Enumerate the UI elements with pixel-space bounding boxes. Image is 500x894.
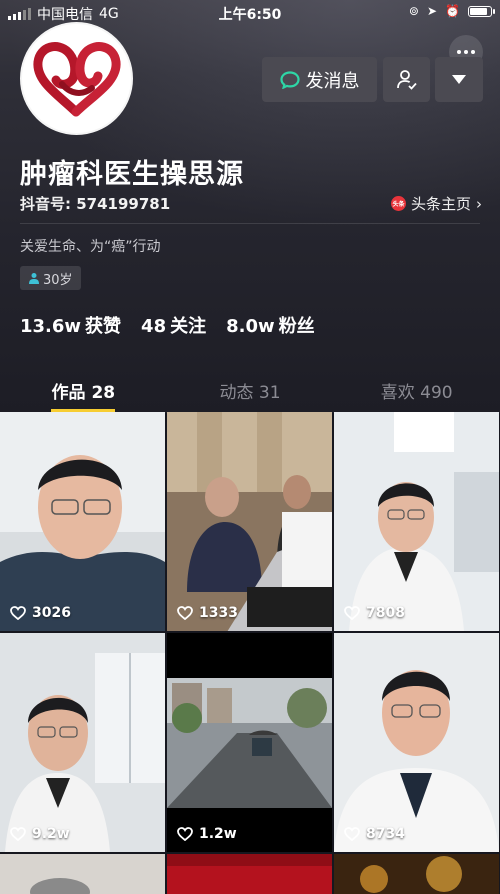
heart-icon [344, 827, 360, 841]
stat-label: 粉丝 [278, 316, 315, 337]
video-thumbnail[interactable]: 1333 [167, 412, 332, 631]
tab-activity[interactable]: 动态 31 [167, 360, 334, 412]
more-dot-icon [464, 50, 468, 54]
street-scene-thumbnail [167, 633, 332, 852]
video-grid: 3026 1333 7808 9.2w 1.2w 8734 [0, 412, 500, 894]
stat-likes[interactable]: 13.6w 获赞 [20, 312, 121, 338]
person-icon [29, 273, 39, 284]
stat-label: 获赞 [85, 316, 122, 337]
like-count-value: 9.2w [32, 826, 70, 842]
video-thumbnail[interactable]: 9.2w [0, 633, 165, 852]
stat-label: 关注 [170, 316, 207, 337]
profile-bio: 关爱生命、为“癌”行动 [20, 239, 161, 255]
recommend-dropdown-button[interactable] [435, 57, 483, 102]
stat-value: 48 [141, 316, 167, 337]
tab-label: 喜欢 490 [380, 383, 453, 403]
doctor-ward-thumbnail [0, 633, 165, 852]
tab-works[interactable]: 作品 28 [0, 360, 167, 412]
status-right: ⊚ ➤ ⏰ [408, 4, 495, 18]
chat-bubble-icon [279, 70, 300, 89]
like-count: 8734 [344, 826, 405, 842]
video-thumbnail[interactable] [167, 854, 332, 894]
partial-thumbnail [167, 854, 332, 894]
stat-value: 13.6w [20, 316, 82, 337]
location-icon: ➤ [426, 4, 438, 18]
alarm-icon: ⏰ [445, 4, 460, 18]
toutiao-homepage-link[interactable]: 头条 头条主页 › [390, 193, 482, 214]
avatar[interactable] [20, 22, 133, 135]
profile-stats: 13.6w 获赞 48 关注 8.0w 粉丝 [20, 312, 315, 338]
heart-icon [344, 606, 360, 620]
send-message-label: 发消息 [305, 70, 360, 92]
more-dot-icon [471, 50, 475, 54]
heart-icon [177, 827, 193, 841]
partial-thumbnail [0, 854, 165, 894]
like-count: 1.2w [177, 826, 237, 842]
orientation-lock-icon: ⊚ [408, 4, 419, 18]
heart-icon [177, 606, 193, 620]
followed-status-button[interactable] [383, 57, 430, 102]
video-thumbnail[interactable]: 3026 [0, 412, 165, 631]
doctor-portrait-thumbnail [334, 633, 499, 852]
video-thumbnail[interactable] [334, 854, 499, 894]
ribbon-heart-logo [33, 42, 121, 117]
like-count-value: 1.2w [199, 826, 237, 842]
tab-liked[interactable]: 喜欢 490 [333, 360, 500, 412]
tab-label: 作品 28 [51, 383, 116, 403]
toutiao-logo-icon: 头条 [390, 196, 406, 211]
like-count: 7808 [344, 605, 405, 621]
battery-icon [468, 5, 495, 17]
send-message-button[interactable]: 发消息 [262, 57, 377, 102]
profile-name: 肿瘤科医生操思源 [20, 159, 244, 190]
stat-following[interactable]: 48 关注 [141, 312, 206, 338]
chevron-right-icon: › [476, 194, 482, 213]
douyin-id: 抖音号: 574199781 [20, 195, 171, 213]
like-count-value: 1333 [199, 605, 238, 621]
age-label: 30岁 [43, 272, 73, 288]
like-count: 9.2w [10, 826, 70, 842]
like-count: 1333 [177, 605, 238, 621]
profile-tabs: 作品 28 动态 31 喜欢 490 [0, 360, 500, 413]
video-thumbnail[interactable]: 1.2w [167, 633, 332, 852]
more-dot-icon [457, 50, 461, 54]
user-check-icon [396, 69, 417, 90]
heart-icon [10, 827, 26, 841]
partial-thumbnail [334, 854, 499, 894]
like-count-value: 7808 [366, 605, 405, 621]
toutiao-homepage-label: 头条主页 [410, 195, 471, 213]
like-count-value: 8734 [366, 826, 405, 842]
doctor-office-thumbnail [334, 412, 499, 631]
like-count-value: 3026 [32, 605, 71, 621]
stat-value: 8.0w [226, 316, 275, 337]
stat-followers[interactable]: 8.0w 粉丝 [226, 312, 315, 338]
heart-icon [10, 606, 26, 620]
video-thumbnail[interactable] [0, 854, 165, 894]
like-count: 3026 [10, 605, 71, 621]
doctor-selfie-thumbnail [0, 412, 165, 631]
video-thumbnail[interactable]: 8734 [334, 633, 499, 852]
divider [20, 223, 480, 224]
age-tag: 30岁 [20, 266, 81, 290]
caret-down-icon [452, 75, 466, 84]
tab-label: 动态 31 [219, 383, 281, 403]
elderly-patient-thumbnail [167, 412, 332, 631]
video-thumbnail[interactable]: 7808 [334, 412, 499, 631]
